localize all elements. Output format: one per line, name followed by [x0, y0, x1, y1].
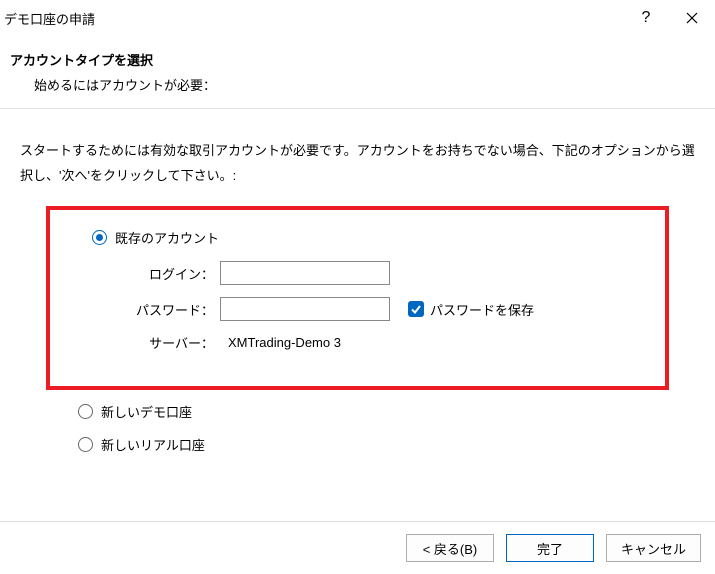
page-subtitle: 始めるにはアカウントが必要：	[34, 75, 715, 94]
radio-new-demo-label: 新しいデモ口座	[101, 402, 192, 421]
radio-new-demo[interactable]: 新しいデモ口座	[78, 402, 695, 421]
save-password-checkbox[interactable]: パスワードを保存	[408, 300, 534, 319]
radio-icon	[92, 230, 107, 245]
server-value: XMTrading-Demo 3	[228, 335, 341, 350]
button-bar: < 戻る(B) 完了 キャンセル	[0, 521, 715, 574]
highlighted-section: 既存のアカウント ログイン： パスワード： パスワードを保存 サーバー： XMT…	[46, 206, 669, 390]
server-row: サーバー： XMTrading-Demo 3	[60, 333, 655, 352]
radio-icon	[78, 404, 93, 419]
checkbox-icon	[408, 301, 424, 317]
help-button[interactable]: ?	[623, 0, 669, 36]
password-row: パスワード： パスワードを保存	[60, 297, 655, 321]
save-password-label: パスワードを保存	[430, 300, 534, 319]
intro-text: スタートするためには有効な取引アカウントが必要です。アカウントをお持ちでない場合…	[20, 139, 695, 188]
radio-new-real-label: 新しいリアル口座	[101, 435, 205, 454]
close-button[interactable]	[669, 0, 715, 36]
radio-icon	[78, 437, 93, 452]
radio-existing-label: 既存のアカウント	[115, 228, 219, 247]
cancel-button[interactable]: キャンセル	[606, 534, 701, 562]
password-input[interactable]	[220, 297, 390, 321]
login-input[interactable]	[220, 261, 390, 285]
back-button[interactable]: < 戻る(B)	[406, 534, 494, 562]
radio-existing-account[interactable]: 既存のアカウント	[92, 228, 655, 247]
server-label: サーバー：	[60, 333, 220, 352]
password-label: パスワード：	[60, 300, 220, 319]
close-icon	[686, 12, 698, 24]
radio-new-real[interactable]: 新しいリアル口座	[78, 435, 695, 454]
page-title: アカウントタイプを選択	[10, 50, 715, 69]
finish-button[interactable]: 完了	[506, 534, 594, 562]
login-row: ログイン：	[60, 261, 655, 285]
login-label: ログイン：	[60, 264, 220, 283]
titlebar: デモ口座の申請 ?	[0, 0, 715, 36]
window-title: デモ口座の申請	[4, 9, 623, 28]
wizard-header: アカウントタイプを選択 始めるにはアカウントが必要：	[0, 36, 715, 109]
content-area: スタートするためには有効な取引アカウントが必要です。アカウントをお持ちでない場合…	[0, 109, 715, 480]
